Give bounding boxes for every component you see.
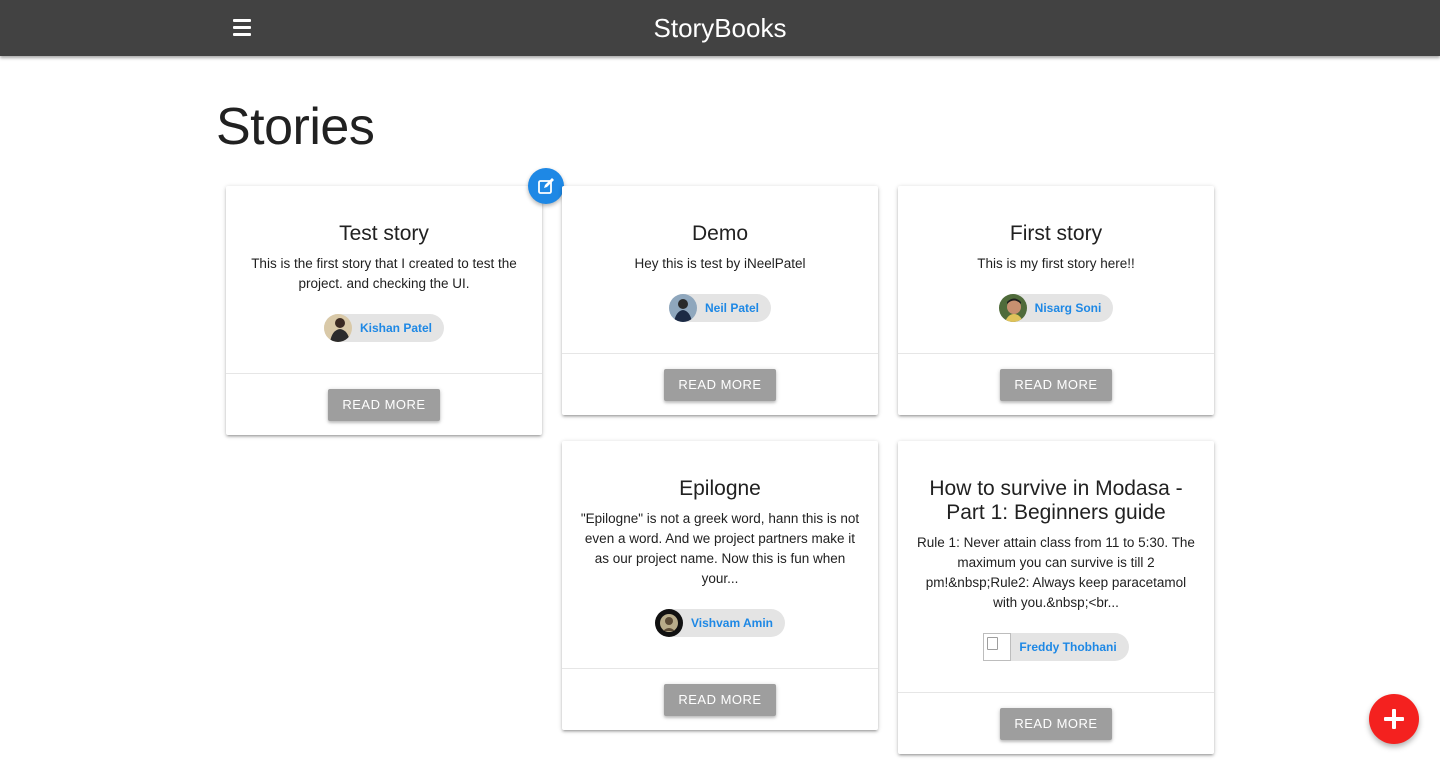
story-excerpt: Rule 1: Never attain class from 11 to 5:… xyxy=(917,535,1195,610)
avatar xyxy=(668,294,697,322)
story-title: Epilogne xyxy=(679,477,761,500)
hamburger-menu-icon[interactable] xyxy=(229,15,255,41)
page-title: Stories xyxy=(216,98,375,156)
author-name: Kishan Patel xyxy=(359,321,433,335)
story-title: First story xyxy=(1009,222,1103,245)
author-chip[interactable]: Vishvam Amin xyxy=(654,609,786,637)
edit-icon xyxy=(538,178,554,194)
card-content: First story This is my first story here!… xyxy=(898,186,1214,354)
read-more-button[interactable]: Read More xyxy=(328,388,440,421)
author-chip[interactable]: Neil Patel xyxy=(668,294,772,322)
brand-container: StoryBooks xyxy=(0,0,1440,56)
edit-story-button[interactable] xyxy=(528,168,564,204)
story-excerpt: This is the first story that I created t… xyxy=(251,256,517,291)
avatar xyxy=(998,294,1027,322)
card-action: Read More xyxy=(562,354,878,415)
story-excerpt: This is my first story here!! xyxy=(977,256,1135,271)
story-card-test-story: Test story This is the first story that … xyxy=(226,168,564,435)
author-chip[interactable]: Nisarg Soni xyxy=(998,294,1114,322)
story-excerpt: "Epilogne" is not a greek word, hann thi… xyxy=(580,511,860,586)
story-card-first-story: First story This is my first story here!… xyxy=(898,186,1214,415)
avatar xyxy=(323,314,352,342)
author-chip[interactable]: Freddy Thobhani xyxy=(983,633,1129,661)
author-name: Neil Patel xyxy=(704,301,760,315)
read-more-button[interactable]: Read More xyxy=(664,683,776,716)
brand-logo-link[interactable]: StoryBooks xyxy=(654,13,787,43)
author-chip[interactable]: Kishan Patel xyxy=(323,314,445,342)
story-title: Test story xyxy=(339,222,429,245)
story-card-demo: Demo Hey this is test by iNeelPatel Neil… xyxy=(562,186,878,415)
story-card-epilogne: Epilogne "Epilogne" is not a greek word,… xyxy=(562,441,878,730)
menu-bar-line xyxy=(233,19,251,22)
broken-image-icon xyxy=(983,633,1012,661)
card-content: Epilogne "Epilogne" is not a greek word,… xyxy=(562,441,878,669)
top-navbar: StoryBooks xyxy=(0,0,1440,56)
read-more-button[interactable]: Read More xyxy=(1000,368,1112,401)
card-action: Read More xyxy=(898,354,1214,415)
story-title: How to survive in Modasa - Part 1: Begin… xyxy=(929,477,1183,524)
card-action: Read More xyxy=(226,374,542,435)
author-name: Vishvam Amin xyxy=(690,616,774,630)
story-card-how-to-survive: How to survive in Modasa - Part 1: Begin… xyxy=(898,441,1214,754)
author-name: Freddy Thobhani xyxy=(1019,640,1117,654)
card-action: Read More xyxy=(562,669,878,730)
story-excerpt: Hey this is test by iNeelPatel xyxy=(634,256,806,271)
card-action: Read More xyxy=(898,693,1214,754)
menu-bar-line xyxy=(233,33,251,36)
card-content: Demo Hey this is test by iNeelPatel Neil… xyxy=(562,186,878,354)
story-title: Demo xyxy=(691,222,749,245)
read-more-button[interactable]: Read More xyxy=(664,368,776,401)
author-name: Nisarg Soni xyxy=(1034,301,1102,315)
card-content: Test story This is the first story that … xyxy=(226,186,542,374)
read-more-button[interactable]: Read More xyxy=(1000,707,1112,740)
add-story-button[interactable] xyxy=(1369,694,1419,744)
card-content: How to survive in Modasa - Part 1: Begin… xyxy=(898,441,1214,693)
avatar xyxy=(654,609,683,637)
menu-bar-line xyxy=(233,26,251,29)
